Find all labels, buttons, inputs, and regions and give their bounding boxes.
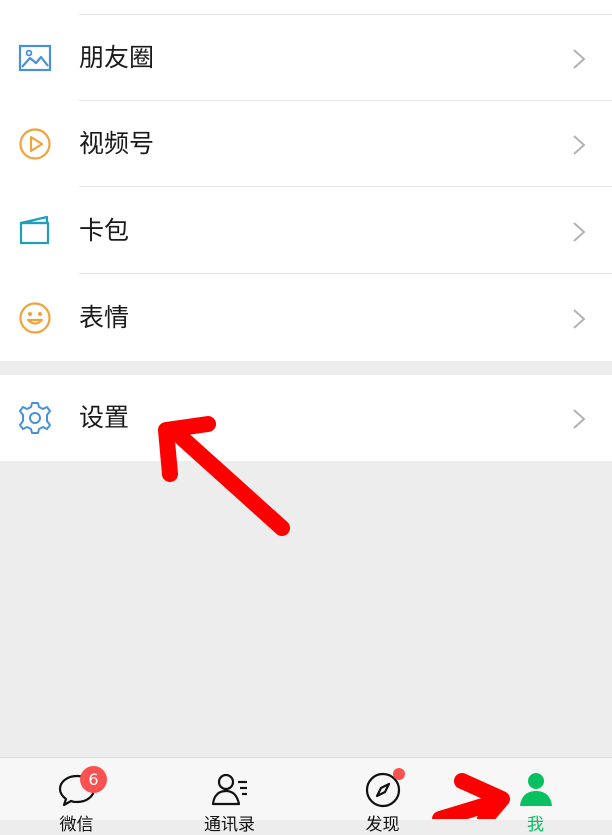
chevron-right-icon [573, 49, 586, 69]
menu-item-emoji[interactable]: 表情 [0, 275, 612, 361]
unread-badge: 6 [80, 766, 107, 793]
discover-new-dot [393, 768, 405, 780]
bottom-tab-bar: 6 微信 通讯录 发现 我 [0, 757, 612, 835]
menu-item-card-wallet[interactable]: 卡包 [0, 188, 612, 274]
menu-item-label: 朋友圈 [79, 43, 155, 72]
menu-item-settings[interactable]: 设置 [0, 375, 612, 461]
menu-item-label: 视频号 [79, 129, 155, 158]
menu-group-features: 朋友圈 视频号 卡包 表情 [0, 0, 612, 361]
chevron-right-icon [573, 409, 586, 429]
card-wallet-icon [19, 215, 50, 245]
menu-item-moments[interactable]: 朋友圈 [0, 15, 612, 101]
tab-chats[interactable]: 6 微信 [0, 758, 153, 835]
chevron-right-icon [573, 222, 586, 242]
gear-icon [19, 402, 51, 434]
tab-contacts[interactable]: 通讯录 [153, 758, 306, 835]
moments-icon [18, 44, 52, 72]
tab-me[interactable]: 我 [459, 758, 612, 835]
tab-label: 我 [527, 815, 544, 835]
person-icon [519, 773, 552, 806]
contacts-icon [211, 773, 247, 806]
menu-item-channels[interactable]: 视频号 [0, 101, 612, 187]
chevron-right-icon [573, 135, 586, 155]
menu-item-label: 设置 [79, 403, 130, 432]
tab-label: 微信 [59, 815, 94, 835]
chevron-right-icon [573, 309, 586, 329]
tab-label: 通讯录 [204, 815, 255, 835]
divider [79, 186, 612, 187]
smiley-emoji-icon [19, 302, 51, 334]
divider [79, 273, 612, 274]
tab-label: 发现 [365, 815, 400, 835]
menu-item-label: 卡包 [79, 216, 130, 245]
menu-group-settings: 设置 [0, 375, 612, 461]
channels-play-icon [19, 128, 51, 160]
menu-item-label: 表情 [79, 303, 130, 332]
tab-discover[interactable]: 发现 [306, 758, 459, 835]
